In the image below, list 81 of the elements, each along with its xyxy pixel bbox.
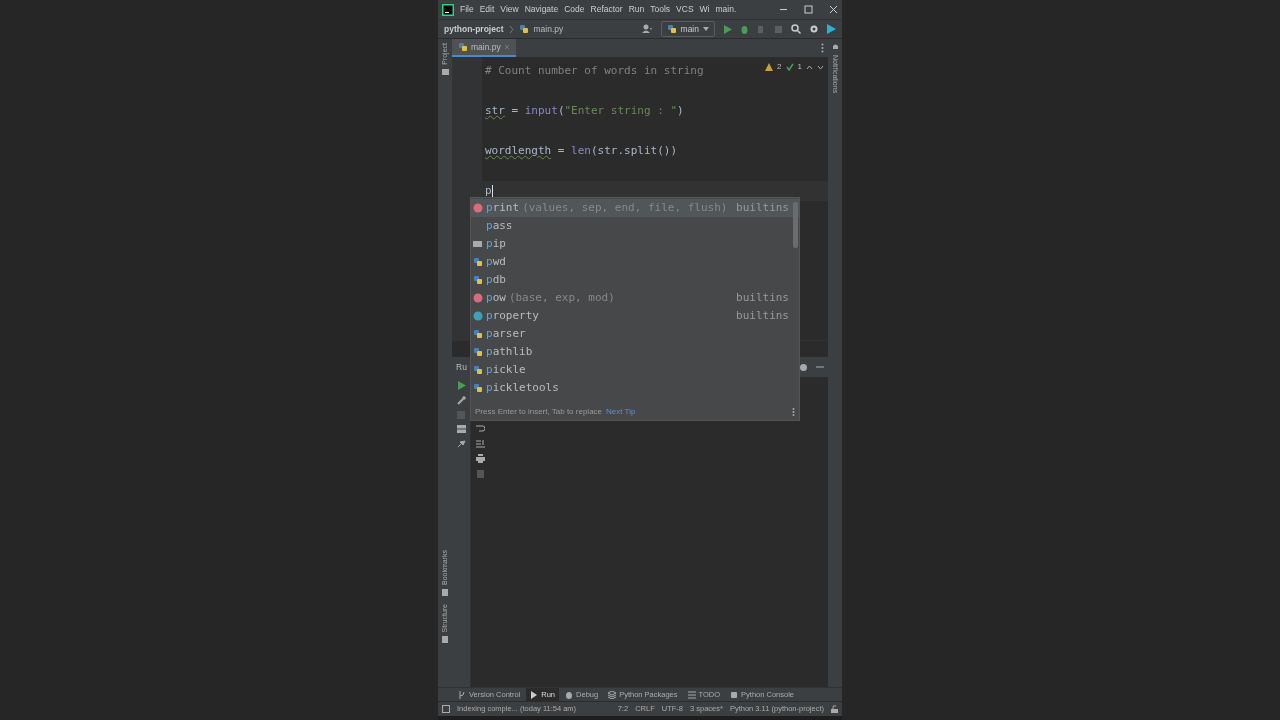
scroll-end-icon[interactable] [476,439,485,448]
pin-icon[interactable] [456,439,466,448]
wrap-icon[interactable] [476,425,485,433]
python-file-icon [473,347,483,357]
python-file-icon [473,275,483,285]
completion-item[interactable]: parser [471,325,799,343]
settings-icon[interactable] [809,24,819,34]
completion-item[interactable]: pdb [471,271,799,289]
settings-icon[interactable] [799,362,808,372]
completion-item[interactable]: pow (base, exp, mod) builtins [471,289,799,307]
plugin-logo-icon[interactable] [827,24,836,34]
window-title: main. [715,3,737,16]
menu-item[interactable]: Edit [479,3,495,16]
console-icon [730,690,739,699]
check-icon [785,63,794,71]
warning-count[interactable]: 2 [777,61,782,73]
python-file-icon [473,365,483,375]
code-line: str = input("Enter string : ") [485,103,684,119]
code-line: wordlength = len(str.split()) [485,143,678,159]
layout-icon[interactable] [456,425,466,433]
user-icon[interactable] [640,24,653,34]
run-icon[interactable] [723,24,732,34]
completion-item[interactable]: pickle [471,361,799,379]
completion-item[interactable]: pip [471,235,799,253]
next-tip-link[interactable]: Next Tip [606,406,636,418]
caret-icon [703,27,709,31]
menu-item[interactable]: View [500,3,519,16]
menu-item[interactable]: Refactor [590,3,623,16]
tool-icon [442,588,448,596]
menu-item[interactable]: Navigate [524,3,559,16]
branch-icon [458,690,466,699]
breadcrumb-file[interactable]: main.py [533,22,564,36]
print-icon[interactable] [476,454,485,463]
run-icon[interactable] [456,381,466,390]
hint-text: Press Enter to insert, Tab to replace [475,406,603,418]
python-icon [666,24,677,34]
menu-item[interactable]: Tools [650,3,671,16]
folder-icon [441,68,449,75]
menu-item[interactable]: Wi [699,3,710,16]
menu-item[interactable]: VCS [676,3,694,16]
typo-count[interactable]: 1 [797,61,802,73]
layers-icon [608,690,617,699]
python-file-icon [458,42,468,52]
bell-icon[interactable] [831,43,839,51]
search-icon[interactable] [791,24,801,34]
folder-icon [473,239,483,249]
menu-item[interactable]: File [460,3,474,16]
python-file-icon [473,257,483,267]
menu-item[interactable]: Run [628,3,645,16]
code-line: p [485,183,492,199]
panel-title: Ru [456,360,467,374]
warning-icon [765,63,774,71]
python-file-icon [473,383,483,393]
app-logo-icon [442,3,454,16]
scrollbar-thumb[interactable] [793,202,798,248]
editor-tab[interactable]: main.py [452,39,516,57]
more-icon[interactable] [821,43,824,53]
breadcrumb-project[interactable]: python-project [444,22,504,36]
function-icon [473,293,483,303]
function-icon [473,203,483,213]
completion-item[interactable]: pass [471,217,799,235]
completion-item[interactable]: property builtins [471,307,799,325]
code-line: # Count number of words in string [485,63,704,79]
more-icon[interactable] [792,408,795,416]
maximize-icon[interactable] [804,5,813,14]
class-icon [473,311,483,321]
python-file-icon [473,329,483,339]
completion-item[interactable]: pickletools [471,379,799,397]
lock-icon[interactable] [831,705,838,713]
play-icon [530,690,539,699]
python-file-icon [518,24,529,34]
panel-toggle-icon[interactable] [442,705,450,713]
completion-item[interactable]: pwd [471,253,799,271]
chevron-icon [508,24,514,34]
wrench-icon[interactable] [456,396,466,405]
menu-item[interactable]: Code [564,3,585,16]
completion-item[interactable]: pathlib [471,343,799,361]
close-icon[interactable] [829,5,838,14]
run-config-dropdown[interactable]: main [660,20,715,38]
tool-icon [442,636,448,643]
list-icon [687,690,696,699]
